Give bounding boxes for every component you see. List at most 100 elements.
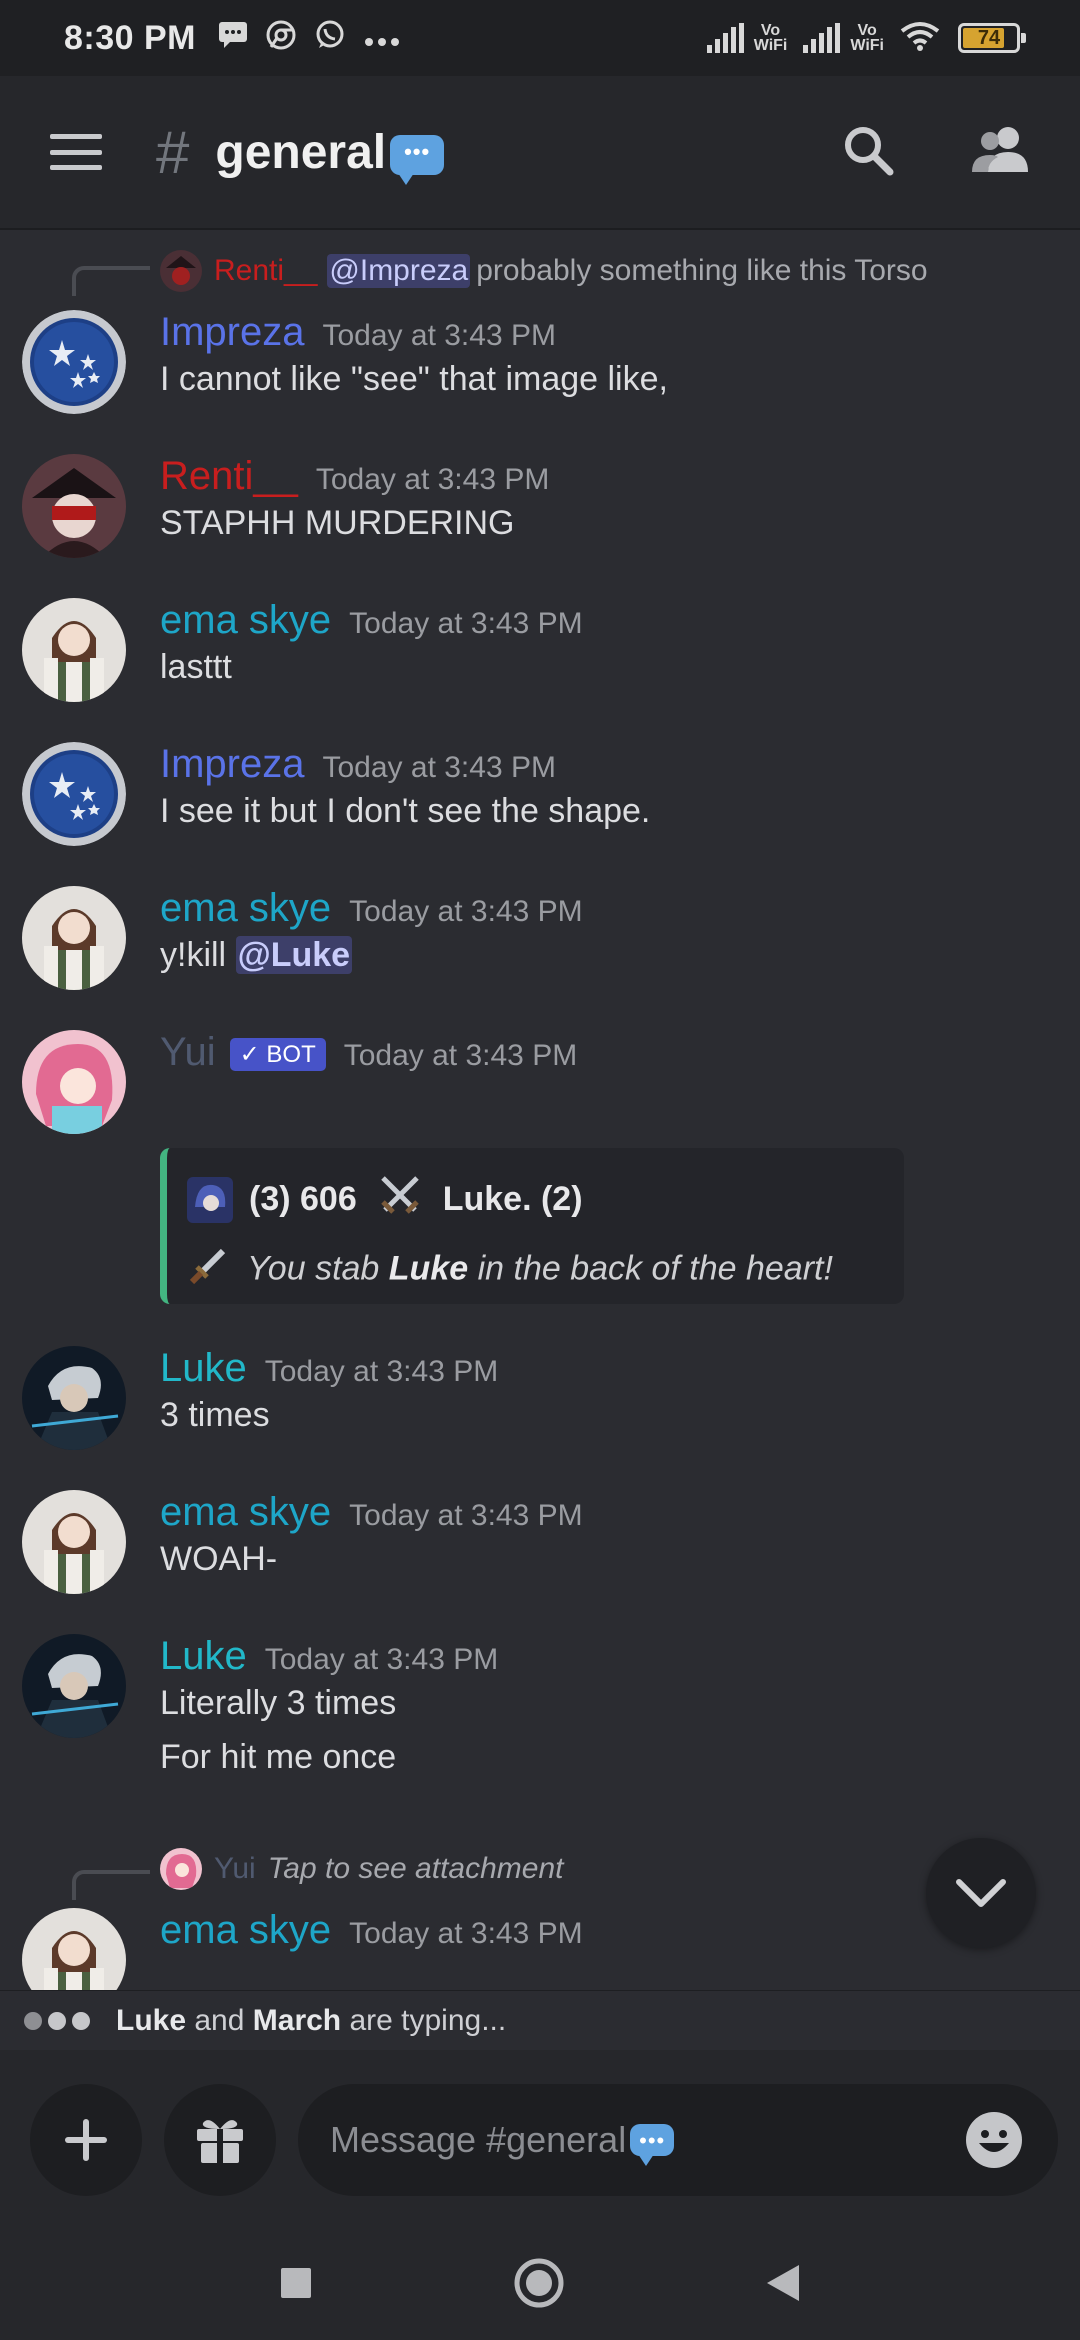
gift-icon (197, 2120, 243, 2163)
message-text: lasttt (160, 648, 232, 686)
embed-description: You stab Luke in the back of the heart! (187, 1245, 886, 1296)
author-name[interactable]: ema skye (160, 1490, 331, 1534)
timestamp: Today at 3:43 PM (349, 1917, 583, 1950)
message-text: I cannot like "see" that image like, (160, 360, 668, 398)
channel-hash-icon: # (156, 118, 190, 186)
home-button[interactable] (513, 2257, 565, 2314)
author-name[interactable]: Impreza (160, 310, 305, 354)
whatsapp-icon (314, 19, 346, 57)
avatar[interactable] (22, 1490, 126, 1594)
message-input[interactable]: Message #general (298, 2084, 1058, 2196)
message-text: I see it but I don't see the shape. (160, 792, 651, 830)
author-name[interactable]: Impreza (160, 742, 305, 786)
message-list[interactable]: Renti__ @Impreza probably something like… (0, 230, 1080, 1990)
reply-preview[interactable]: Renti__ @Impreza probably something like… (160, 250, 928, 292)
speech-bubble-emoji-icon (630, 2124, 675, 2166)
battery-level: 74 (977, 27, 1001, 49)
avatar[interactable] (22, 598, 126, 702)
search-icon[interactable] (840, 122, 900, 182)
plus-icon (65, 2119, 107, 2161)
avatar[interactable] (22, 310, 126, 414)
add-attachment-button[interactable] (30, 2084, 142, 2196)
channel-title: general (215, 125, 445, 185)
avatar[interactable] (22, 454, 126, 558)
message-input-placeholder: Message #general (330, 2119, 627, 2160)
avatar (160, 250, 202, 292)
timestamp: Today at 3:43 PM (264, 1643, 499, 1676)
message-text: WOAH- (160, 1540, 278, 1578)
jump-to-bottom-button[interactable] (926, 1838, 1036, 1948)
author-name[interactable]: ema skye (160, 598, 331, 642)
avatar (160, 1848, 202, 1890)
speech-bubble-emoji-icon (390, 134, 445, 185)
author-name[interactable]: Luke (160, 1634, 247, 1678)
channel-header: # general (0, 76, 1080, 230)
status-time: 8:30 PM (64, 18, 196, 57)
typing-user: Luke (116, 2003, 187, 2037)
vowifi-label: Vo WiFi (753, 22, 788, 54)
bot-badge: ✓ BOT (229, 1037, 326, 1071)
typing-dots-icon (24, 2011, 90, 2030)
notification-icons (218, 19, 400, 57)
system-indicators: Vo WiFi Vo WiFi 74 (706, 21, 1026, 56)
chevron-down-icon (956, 1879, 1006, 1907)
typing-indicator: Luke and March are typing... (0, 1990, 1080, 2050)
user-mention[interactable]: @Luke (235, 936, 353, 974)
more-icon (364, 23, 400, 53)
status-bar: 8:30 PM Vo WiFi Vo WiFi 74 (0, 0, 1080, 76)
message-text: 3 times (160, 1396, 270, 1434)
crossed-swords-icon (377, 1172, 423, 1227)
avatar[interactable] (22, 1908, 126, 1990)
avatar[interactable] (22, 1634, 126, 1738)
author-name[interactable]: Luke (160, 1346, 247, 1390)
author-name[interactable]: Renti__ (160, 454, 298, 498)
reply-preview[interactable]: Yui Tap to see attachment (160, 1848, 563, 1890)
reply-author: Renti__ (214, 254, 318, 287)
chrome-icon (266, 20, 296, 56)
author-name[interactable]: Yui (160, 1030, 216, 1074)
embed-title: (3) 606 Luke. (2) (187, 1172, 886, 1227)
reply-author: Yui (214, 1852, 256, 1885)
battery-icon: 74 (958, 23, 1026, 53)
system-nav-bar (0, 2230, 1080, 2340)
gift-button[interactable] (164, 2084, 276, 2196)
signal-icon (803, 23, 841, 53)
dagger-icon (187, 1245, 229, 1296)
menu-icon[interactable] (50, 134, 102, 170)
recents-button[interactable] (279, 2266, 313, 2305)
reply-mention: @Impreza (327, 254, 471, 288)
timestamp: Today at 3:43 PM (322, 751, 556, 784)
timestamp: Today at 3:43 PM (322, 319, 556, 352)
message-composer: Message #general (0, 2050, 1080, 2230)
author-name[interactable]: ema skye (160, 1908, 331, 1952)
vowifi-label: Vo WiFi (850, 22, 884, 54)
reply-text[interactable]: Tap to see attachment (268, 1852, 564, 1886)
timestamp: Today at 3:43 PM (349, 895, 583, 928)
embed-title-text: (3) 606 (249, 1180, 357, 1218)
avatar[interactable] (22, 1030, 126, 1134)
embed-author-icon (187, 1176, 233, 1223)
message-text-prefix: y!kill (160, 936, 236, 974)
timestamp: Today at 3:43 PM (349, 607, 583, 640)
reply-text: probably something like this Torso (476, 254, 928, 287)
avatar[interactable] (22, 886, 126, 990)
message-text: y!kill @Luke (160, 928, 353, 982)
back-button[interactable] (765, 2263, 801, 2308)
signal-icon (706, 23, 744, 53)
timestamp: Today at 3:43 PM (264, 1355, 499, 1388)
wifi-icon (900, 21, 940, 56)
message-icon (218, 21, 248, 55)
avatar[interactable] (22, 742, 126, 846)
author-name[interactable]: ema skye (160, 886, 331, 930)
members-icon[interactable] (970, 122, 1030, 182)
emoji-picker-icon[interactable] (966, 2112, 1022, 2168)
avatar[interactable] (22, 1346, 126, 1450)
message-text: Literally 3 times (160, 1684, 397, 1722)
message-text: STAPHH MURDERING (160, 504, 515, 542)
timestamp: Today at 3:43 PM (349, 1499, 583, 1532)
embed-title-tail: Luke. (2) (442, 1180, 583, 1218)
timestamp: Today at 3:43 PM (343, 1039, 578, 1072)
message-text: For hit me once (160, 1738, 397, 1776)
reply-connector (72, 1870, 150, 1900)
bot-embed[interactable]: (3) 606 Luke. (2) You stab Luke in the b… (160, 1148, 904, 1304)
